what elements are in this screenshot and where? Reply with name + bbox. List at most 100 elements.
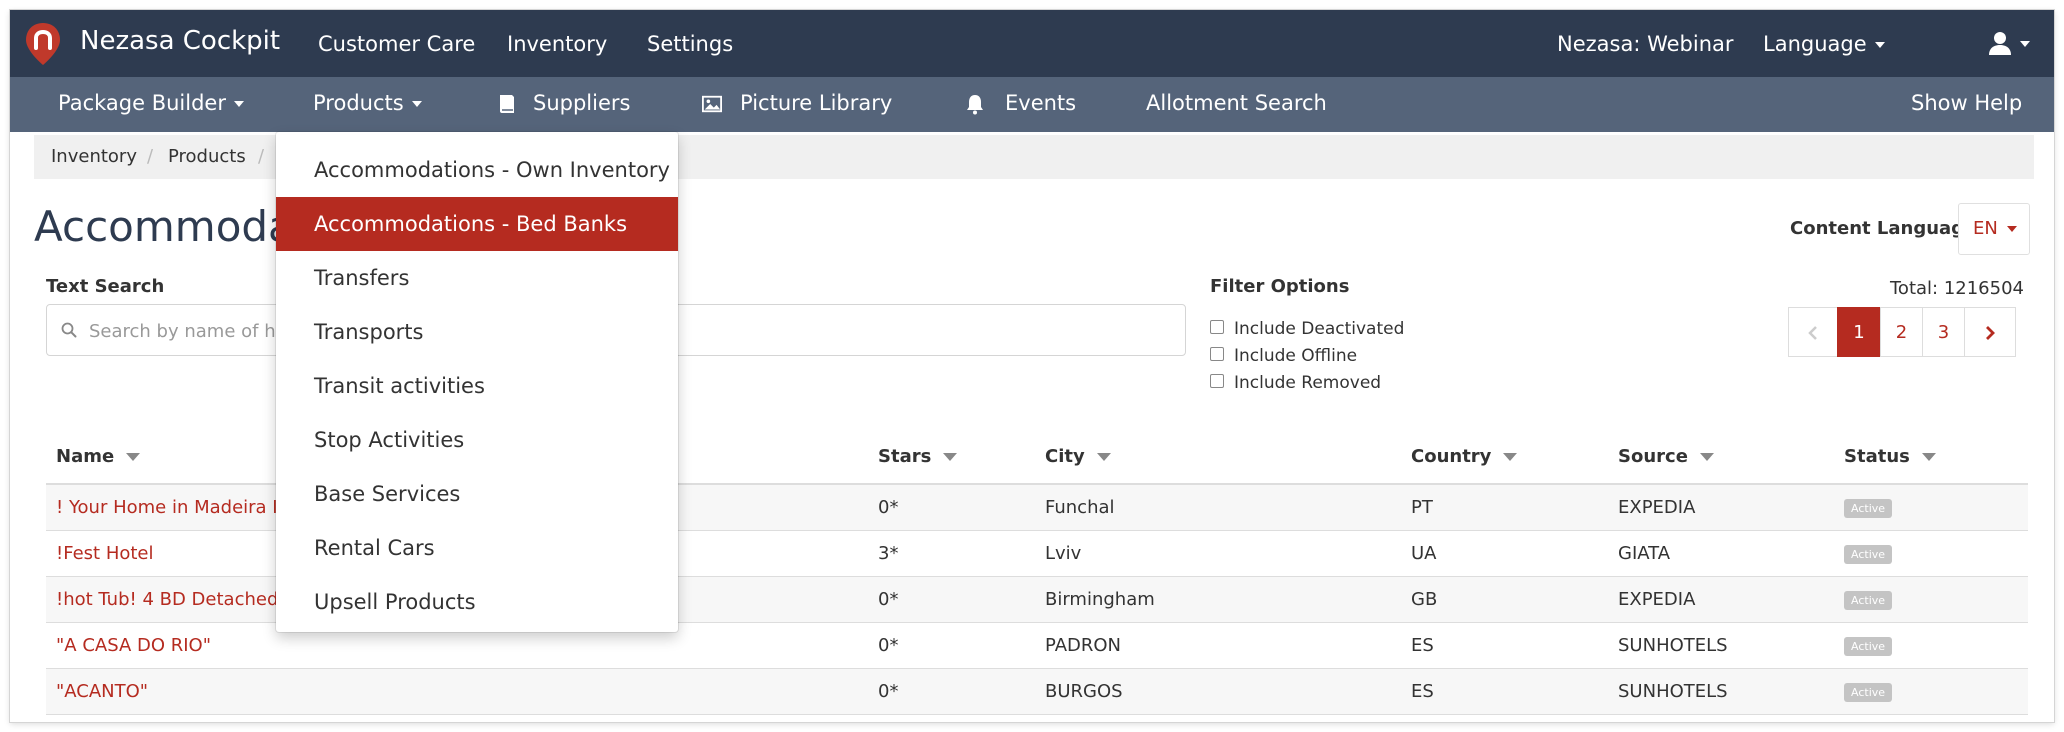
- checkbox[interactable]: [1210, 374, 1224, 388]
- app-window: Nezasa Cockpit Customer Care Inventory S…: [10, 10, 2054, 722]
- status-badge: Active: [1844, 683, 1893, 702]
- column-header-city[interactable]: City: [1045, 446, 1111, 467]
- source-cell: EXPEDIA: [1618, 497, 1696, 518]
- chevron-down-icon: [2007, 226, 2017, 232]
- search-icon: [61, 322, 77, 338]
- page-3-button[interactable]: 3: [1922, 307, 1965, 357]
- status-badge: Active: [1844, 591, 1893, 610]
- chevron-down-icon: [411, 101, 422, 107]
- hotel-name-link[interactable]: !Fest Hotel: [56, 543, 154, 564]
- menu-item-upsell-products[interactable]: Upsell Products: [276, 575, 678, 629]
- chevron-right-icon: [1986, 326, 1995, 340]
- menu-item-accommodations-own-inventory[interactable]: Accommodations - Own Inventory: [276, 143, 678, 197]
- sort-desc-icon: [1503, 453, 1518, 461]
- filter-include-offline[interactable]: Include Offline: [1210, 346, 1357, 366]
- chevron-left-icon: [1808, 326, 1817, 340]
- country-cell: ES: [1411, 681, 1434, 702]
- text-search-label: Text Search: [46, 276, 165, 297]
- filter-option-label: Include Removed: [1234, 373, 1382, 393]
- source-cell: SUNHOTELS: [1618, 635, 1728, 656]
- user-icon: [1989, 32, 2011, 55]
- checkbox[interactable]: [1210, 347, 1224, 361]
- content-language-select[interactable]: EN: [1958, 203, 2030, 255]
- hotel-name-link[interactable]: "A CASA DO RIO": [56, 635, 211, 656]
- column-header-label: Name: [56, 446, 115, 467]
- prev-page-button[interactable]: [1788, 307, 1838, 357]
- city-cell: Birmingham: [1045, 589, 1155, 610]
- secondary-navbar: Package Builder Products Suppliers Pictu…: [10, 77, 2054, 132]
- chevron-down-icon: [234, 101, 244, 107]
- city-cell: BURGOS: [1045, 681, 1123, 702]
- filter-option-label: Include Offline: [1234, 346, 1358, 366]
- breadcrumb-inventory[interactable]: Inventory: [51, 146, 137, 167]
- menu-item-transfers[interactable]: Transfers: [276, 251, 678, 305]
- nav-picture-library[interactable]: Picture Library: [740, 91, 892, 115]
- next-page-button[interactable]: [1964, 307, 2016, 357]
- column-header-country[interactable]: Country: [1411, 446, 1518, 467]
- status-badge: Active: [1844, 545, 1893, 564]
- bell-icon: [967, 95, 983, 115]
- column-header-status[interactable]: Status: [1844, 446, 1936, 467]
- nav-suppliers[interactable]: Suppliers: [533, 91, 630, 115]
- stars-cell: 0*: [878, 681, 899, 702]
- stars-cell: 0*: [878, 635, 899, 656]
- book-icon: [500, 95, 514, 113]
- menu-item-stop-activities[interactable]: Stop Activities: [276, 413, 678, 467]
- sort-desc-icon: [126, 453, 141, 461]
- source-cell: EXPEDIA: [1618, 589, 1696, 610]
- nav-inventory[interactable]: Inventory: [507, 32, 607, 56]
- picture-icon: [702, 95, 722, 113]
- column-header-label: Stars: [878, 446, 932, 467]
- stars-cell: 0*: [878, 589, 899, 610]
- brand-name[interactable]: Nezasa Cockpit: [80, 26, 280, 56]
- column-header-label: City: [1045, 446, 1085, 467]
- filter-include-deactivated[interactable]: Include Deactivated: [1210, 319, 1404, 339]
- column-header-label: Status: [1844, 446, 1910, 467]
- city-cell: Funchal: [1045, 497, 1115, 518]
- filter-options-label: Filter Options: [1210, 276, 1350, 297]
- account-name[interactable]: Nezasa: Webinar: [1557, 32, 1734, 56]
- chevron-down-icon: [1874, 42, 1885, 48]
- column-header-name[interactable]: Name: [56, 446, 141, 467]
- filter-include-removed[interactable]: Include Removed: [1210, 373, 1381, 393]
- menu-item-base-services[interactable]: Base Services: [276, 467, 678, 521]
- page-1-button[interactable]: 1: [1837, 307, 1881, 357]
- nav-products[interactable]: Products: [313, 91, 422, 115]
- column-header-stars[interactable]: Stars: [878, 446, 958, 467]
- checkbox[interactable]: [1210, 320, 1224, 334]
- nav-customer-care[interactable]: Customer Care: [318, 32, 475, 56]
- menu-item-transit-activities[interactable]: Transit activities: [276, 359, 678, 413]
- nav-package-builder[interactable]: Package Builder: [58, 91, 244, 115]
- hotel-name-link[interactable]: ! Your Home in Madeira II: [56, 497, 283, 518]
- page-2-button[interactable]: 2: [1880, 307, 1923, 357]
- language-menu-label: Language: [1763, 32, 1867, 56]
- hotel-name-link[interactable]: "ACANTO": [56, 681, 148, 702]
- table-row: "ACANTO" 0* BURGOS ES SUNHOTELS Active: [46, 669, 2028, 715]
- nav-events[interactable]: Events: [1005, 91, 1076, 115]
- chevron-down-icon: [2020, 41, 2030, 47]
- country-cell: ES: [1411, 635, 1434, 656]
- menu-item-rental-cars[interactable]: Rental Cars: [276, 521, 678, 575]
- stars-cell: 0*: [878, 497, 899, 518]
- sort-desc-icon: [943, 453, 958, 461]
- column-header-label: Country: [1411, 446, 1492, 467]
- column-header-label: Source: [1618, 446, 1688, 467]
- nav-allotment-search[interactable]: Allotment Search: [1146, 91, 1327, 115]
- column-header-source[interactable]: Source: [1618, 446, 1714, 467]
- source-cell: SUNHOTELS: [1618, 681, 1728, 702]
- country-cell: PT: [1411, 497, 1433, 518]
- city-cell: Lviv: [1045, 543, 1082, 564]
- content-language-label: Content Language: [1790, 218, 1977, 239]
- nav-settings[interactable]: Settings: [647, 32, 733, 56]
- show-help-link[interactable]: Show Help: [1911, 91, 2022, 115]
- breadcrumb-products[interactable]: Products: [168, 146, 246, 167]
- sort-desc-icon: [1699, 453, 1714, 461]
- breadcrumb-separator: /: [258, 146, 265, 167]
- nezasa-logo-icon[interactable]: [24, 21, 62, 67]
- status-badge: Active: [1844, 637, 1893, 656]
- language-menu[interactable]: Language: [1763, 32, 1885, 56]
- menu-item-transports[interactable]: Transports: [276, 305, 678, 359]
- hotel-name-link[interactable]: !hot Tub! 4 BD Detached H: [56, 589, 298, 610]
- menu-item-accommodations-bed-banks[interactable]: Accommodations - Bed Banks: [276, 197, 678, 251]
- breadcrumb-separator: /: [147, 146, 154, 167]
